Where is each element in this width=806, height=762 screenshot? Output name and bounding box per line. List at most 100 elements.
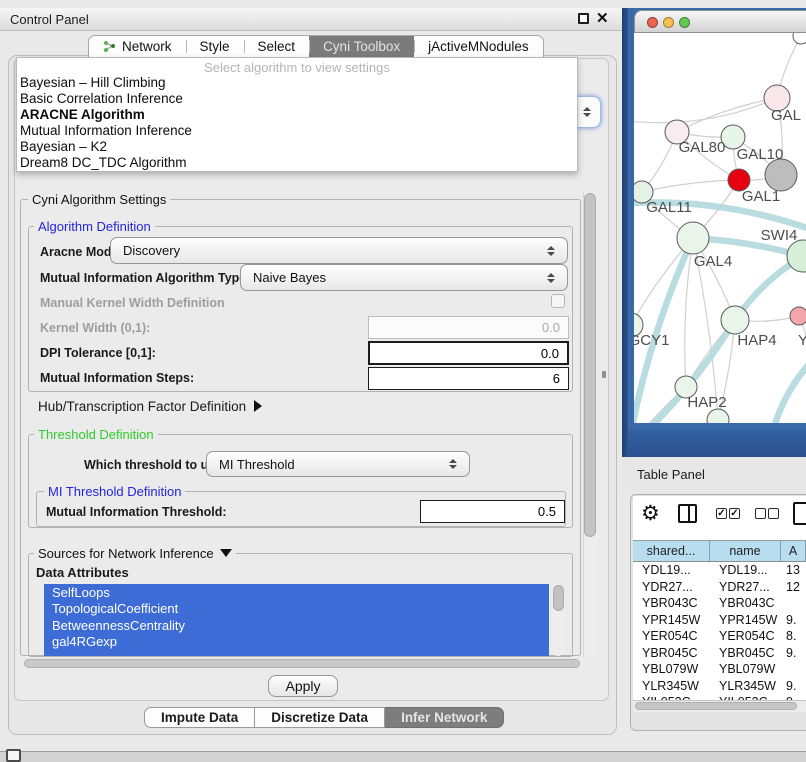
- table-cell: 8.: [781, 628, 806, 645]
- settings-horizontal-scrollbar[interactable]: [24, 659, 580, 668]
- table-row[interactable]: YBR043CYBR043C: [633, 595, 806, 612]
- table-row[interactable]: YBR045CYBR045C9.: [633, 645, 806, 662]
- select-all-checkboxes-icon[interactable]: ✓: [716, 508, 727, 519]
- manual-kernel-label: Manual Kernel Width Definition: [40, 296, 225, 310]
- spinner-arrows-icon: [547, 246, 555, 256]
- algorithm-option[interactable]: Basic Correlation Inference: [20, 91, 183, 106]
- split-columns-icon[interactable]: [678, 504, 697, 523]
- table-row[interactable]: YDL19...YDL19...13: [633, 562, 806, 579]
- minimized-panel-icon[interactable]: [6, 749, 21, 762]
- hub-definition-toggle[interactable]: Hub/Transcription Factor Definition: [38, 399, 262, 414]
- settings-vertical-scrollbar-thumb[interactable]: [584, 193, 596, 537]
- mi-type-select[interactable]: Naive Bayes: [240, 264, 568, 291]
- split-pane-grip[interactable]: [602, 371, 606, 378]
- network-node[interactable]: [765, 159, 797, 191]
- close-icon[interactable]: ✕: [596, 9, 609, 27]
- attribute-item[interactable]: gal4RGexp: [44, 634, 549, 651]
- tab-jactivemnodules[interactable]: jActiveMNodules: [414, 35, 544, 57]
- attribute-item[interactable]: SelfLoops: [44, 584, 549, 601]
- tab-cyni-toolbox[interactable]: Cyni Toolbox: [309, 35, 414, 57]
- table-header-row[interactable]: shared...nameA: [633, 540, 806, 562]
- node-label-gcy1: GCY1: [634, 332, 669, 349]
- table-cell: 9.: [781, 645, 806, 662]
- table-cell: YBL079W: [710, 661, 781, 678]
- node-label-gal11: GAL11: [646, 199, 692, 216]
- dpi-tolerance-field[interactable]: 0.0: [368, 341, 569, 365]
- algorithm-option[interactable]: Bayesian – Hill Climbing: [20, 75, 166, 90]
- control-panel-title: Control Panel: [10, 12, 89, 27]
- mac-zoom-icon[interactable]: [679, 17, 690, 28]
- mac-close-icon[interactable]: [647, 17, 658, 28]
- network-icon: [103, 40, 116, 53]
- hub-definition-label: Hub/Transcription Factor Definition: [38, 399, 246, 414]
- table-cell: YLR345W: [710, 678, 781, 695]
- node-label-y: Y: [798, 332, 806, 349]
- column-header-3[interactable]: A: [781, 541, 806, 561]
- attribute-item[interactable]: BetweennessCentrality: [44, 617, 549, 634]
- column-header-2[interactable]: name: [710, 541, 781, 561]
- control-panel-titlebar: [0, 8, 622, 31]
- table-cell: YDR27...: [710, 579, 781, 596]
- sources-legend-toggle[interactable]: Sources for Network Inference: [34, 546, 236, 561]
- tab-label: Style: [200, 39, 230, 54]
- table-row[interactable]: YDR27...YDR27...12: [633, 579, 806, 596]
- node-label-gal80: GAL80: [679, 139, 726, 156]
- bottom-tab-infer-network[interactable]: Infer Network: [385, 707, 504, 728]
- algorithm-option[interactable]: Dream8 DC_TDC Algorithm: [20, 155, 187, 170]
- aracne-mode-value: Discovery: [123, 243, 180, 258]
- column-header-1[interactable]: shared...: [633, 541, 710, 561]
- table-row[interactable]: YER054CYER054C8.: [633, 628, 806, 645]
- table-rows: YDL19...YDL19...13YDR27...YDR27...12YBR0…: [633, 562, 806, 700]
- mi-steps-field[interactable]: 6: [368, 367, 569, 390]
- algorithm-option[interactable]: Bayesian – K2: [20, 139, 107, 154]
- which-threshold-select[interactable]: MI Threshold: [206, 451, 470, 477]
- algorithm-option[interactable]: ARACNE Algorithm: [20, 107, 145, 122]
- deselect-checkboxes-icon[interactable]: [755, 508, 766, 519]
- which-threshold-label: Which threshold to use:: [84, 458, 226, 472]
- attribute-item[interactable]: TopologicalCoefficient: [44, 601, 549, 618]
- gear-icon[interactable]: ⚙: [641, 501, 660, 526]
- collapse-down-icon: [220, 549, 232, 557]
- deselect-checkboxes-icon[interactable]: [768, 508, 779, 519]
- table-row[interactable]: YLR345WYLR345W9.: [633, 678, 806, 695]
- network-edge[interactable]: [642, 180, 739, 192]
- table-cell: YDL19...: [710, 562, 781, 579]
- algorithm-option[interactable]: Mutual Information Inference: [20, 123, 192, 138]
- data-attributes-label: Data Attributes: [36, 565, 129, 580]
- table-cell: YLR345W: [633, 678, 710, 695]
- apply-button[interactable]: Apply: [268, 675, 338, 697]
- node-label-hap2: HAP2: [687, 394, 726, 411]
- table-cell: 9.: [781, 612, 806, 629]
- table-cell: YER054C: [710, 628, 781, 645]
- kernel-width-field[interactable]: 0.0: [368, 316, 569, 339]
- table-horizontal-scrollbar-thumb[interactable]: [635, 702, 797, 710]
- network-node-y[interactable]: [790, 307, 806, 325]
- network-node[interactable]: [793, 33, 806, 44]
- network-node-hap4[interactable]: [721, 306, 749, 334]
- select-all-checkboxes-icon[interactable]: ✓: [729, 508, 740, 519]
- mac-minimize-icon[interactable]: [663, 17, 674, 28]
- float-window-icon[interactable]: [578, 13, 589, 24]
- mi-threshold-field[interactable]: 0.5: [420, 500, 565, 523]
- network-window-titlebar[interactable]: [634, 10, 806, 33]
- network-node[interactable]: [707, 409, 729, 423]
- tab-style[interactable]: Style: [186, 35, 244, 57]
- bottom-tab-impute-data[interactable]: Impute Data: [144, 707, 255, 728]
- aracne-mode-select[interactable]: Discovery: [110, 237, 568, 264]
- network-edge[interactable]: [774, 363, 806, 423]
- data-attributes-list[interactable]: SelfLoopsTopologicalCoefficientBetweenne…: [44, 584, 549, 656]
- network-node-gal4[interactable]: [677, 222, 709, 254]
- table-row[interactable]: YBL079WYBL079W: [633, 661, 806, 678]
- manual-kernel-checkbox[interactable]: [551, 294, 565, 308]
- tab-select[interactable]: Select: [244, 35, 310, 57]
- new-table-icon[interactable]: [793, 502, 806, 525]
- table-row[interactable]: YPR145WYPR145W9.: [633, 612, 806, 629]
- node-label-gal4: GAL4: [694, 253, 732, 270]
- network-canvas[interactable]: GALGAL80GAL10GAL1GAL11SWI4GAL4GCY1HAP4YH…: [634, 33, 806, 423]
- mi-threshold-legend: MI Threshold Definition: [44, 484, 185, 499]
- attributes-scrollbar-thumb[interactable]: [553, 585, 564, 611]
- network-edge[interactable]: [634, 420, 718, 423]
- bottom-tab-discretize-data[interactable]: Discretize Data: [255, 707, 385, 728]
- tab-network[interactable]: Network: [88, 35, 186, 57]
- which-threshold-value: MI Threshold: [219, 457, 295, 472]
